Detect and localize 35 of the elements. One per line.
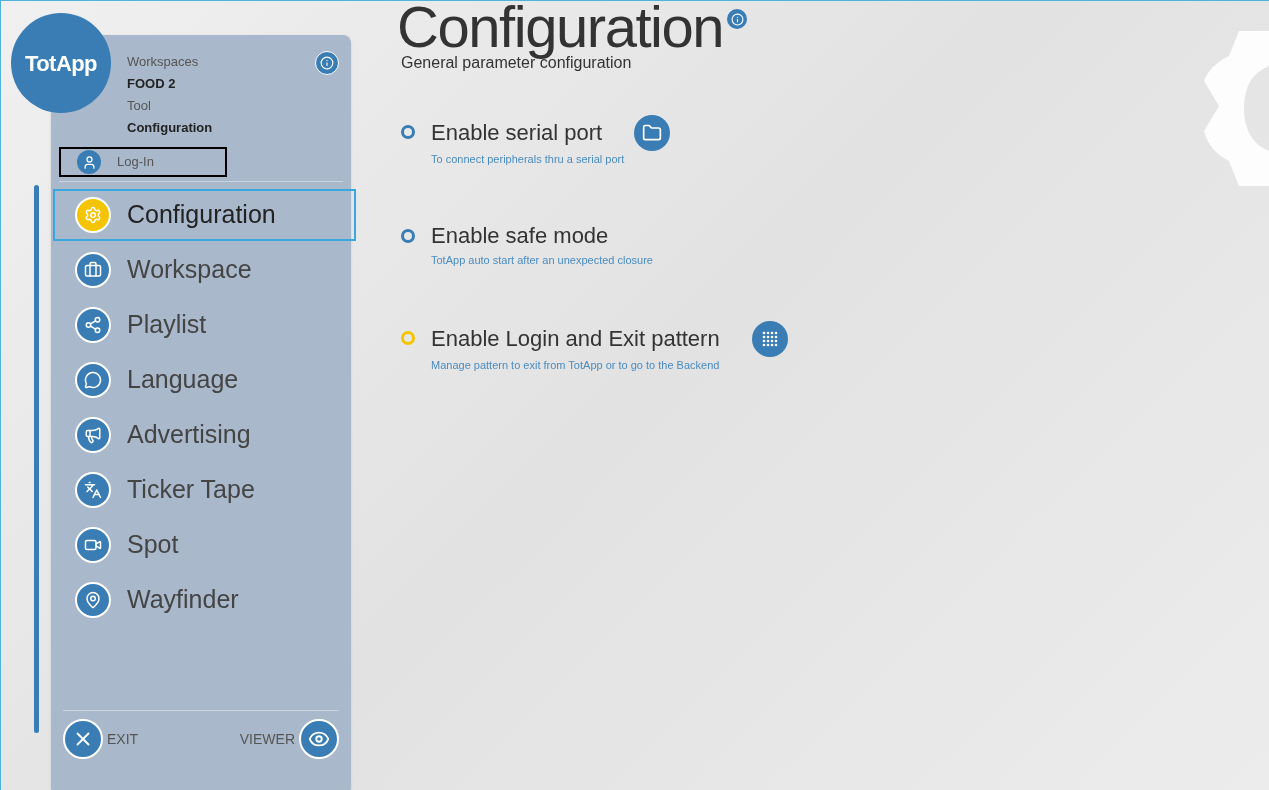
viewer-button[interactable]: VIEWER bbox=[239, 719, 339, 759]
briefcase-icon bbox=[84, 261, 102, 279]
header-text: Tool bbox=[127, 97, 152, 115]
nav-item[interactable]: Playlist bbox=[53, 299, 349, 351]
nav-item[interactable]: Advertising bbox=[53, 409, 349, 461]
log-in-button[interactable]: Log-In bbox=[59, 147, 227, 177]
speech-bubble-icon bbox=[84, 371, 102, 389]
info-icon bbox=[727, 9, 748, 29]
option-description: Manage pattern to exit from TotApp or to go to the Backend bbox=[431, 357, 721, 373]
nav-item[interactable]: Wayfinder bbox=[53, 574, 349, 626]
info-icon bbox=[320, 56, 334, 70]
option-title: Enable safe mode bbox=[431, 222, 609, 251]
folder-button[interactable] bbox=[634, 114, 671, 151]
nav-item[interactable]: Spot bbox=[53, 519, 349, 571]
translate-icon bbox=[84, 481, 102, 499]
grid-button[interactable] bbox=[751, 320, 788, 357]
share-icon bbox=[84, 316, 102, 334]
option-title: Enable serial port bbox=[431, 119, 603, 148]
map-pin-icon bbox=[84, 591, 102, 609]
header-text: Workspaces bbox=[127, 53, 200, 71]
option-title: Enable Login and Exit pattern bbox=[431, 325, 720, 354]
option-description: To connect peripherals thru a serial port bbox=[431, 151, 626, 167]
folder-icon bbox=[642, 122, 663, 143]
logo: TotApp bbox=[11, 13, 111, 113]
nav-item[interactable]: Configuration bbox=[53, 189, 356, 241]
megaphone-icon bbox=[84, 426, 102, 444]
user-icon bbox=[81, 154, 97, 170]
nav-item[interactable]: Ticker Tape bbox=[53, 464, 349, 516]
header-text: Configuration bbox=[127, 119, 214, 137]
gear-icon bbox=[84, 206, 102, 224]
header-text: FOOD 2 bbox=[127, 75, 177, 93]
info-button[interactable] bbox=[315, 51, 339, 75]
nav-item[interactable]: Language bbox=[53, 354, 349, 406]
option-description: TotApp auto start after an unexpected closure bbox=[431, 253, 653, 269]
nav-item[interactable]: Workspace bbox=[53, 244, 349, 296]
